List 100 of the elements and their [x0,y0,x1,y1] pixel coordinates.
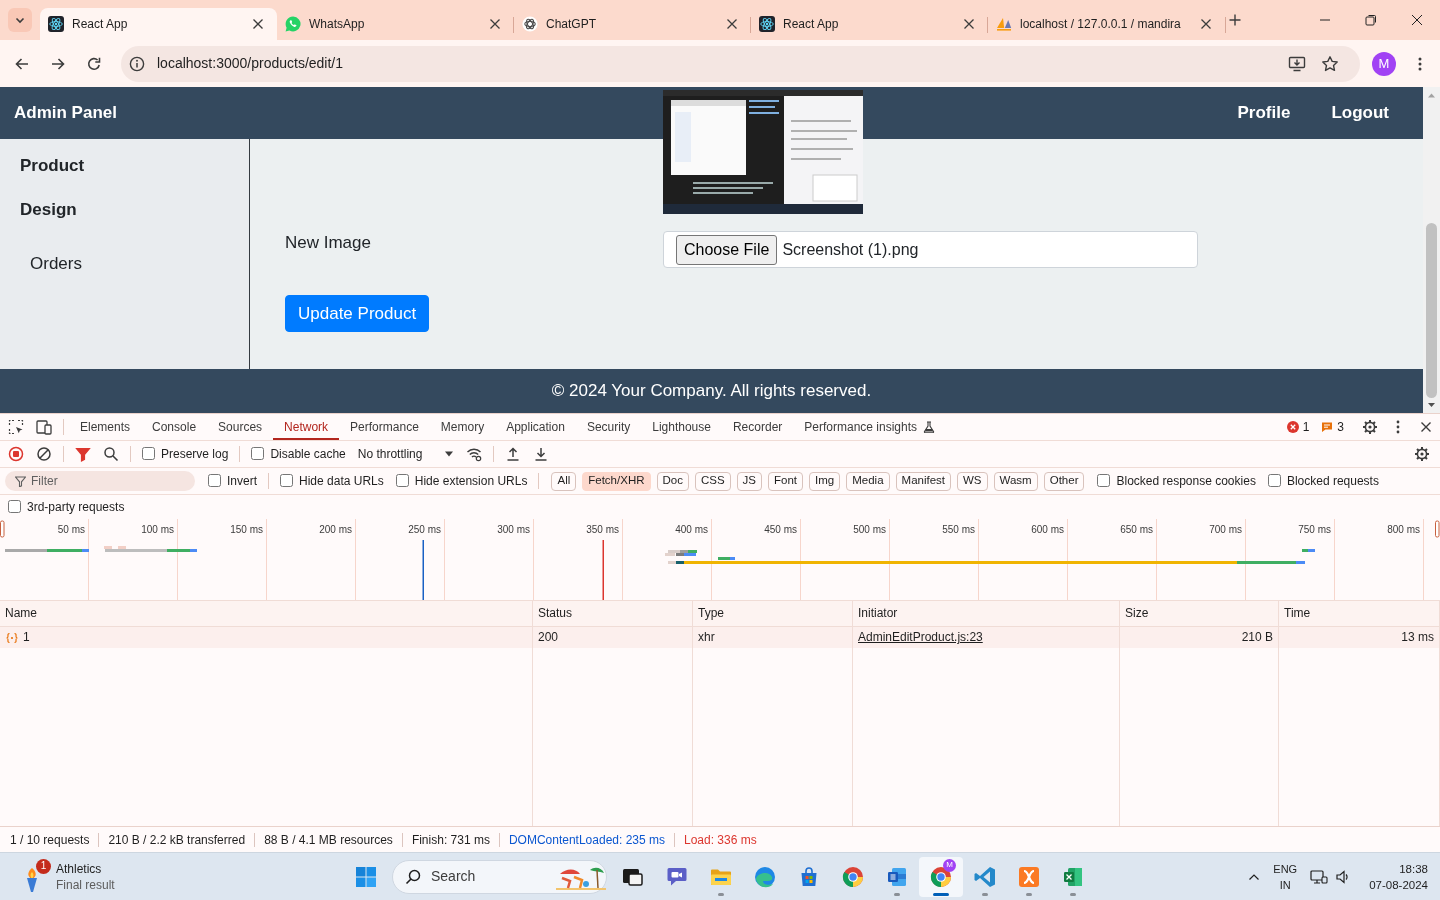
clock-time[interactable]: 18:38 [1399,860,1428,877]
filter-chip[interactable]: Doc [656,471,689,491]
device-icon[interactable] [36,419,52,435]
settings-icon[interactable] [1414,446,1430,462]
checkbox[interactable] [395,474,409,488]
sidebar-item[interactable]: Product [20,154,85,178]
devtools-tab[interactable]: Console [141,414,208,440]
devtools-tab[interactable]: Recorder [721,414,794,440]
filter-chip[interactable]: Manifest [895,471,951,491]
devtools-tab[interactable]: Sources [207,414,274,440]
sidebar-item[interactable]: Design [20,198,77,222]
browser-tab[interactable]: localhost / 127.0.0.1 / mandira [988,8,1225,40]
navbar-brand[interactable]: Admin Panel [14,102,117,124]
throttling-select[interactable]: No throttling [351,446,461,462]
devtools-tab[interactable]: Elements [69,414,142,440]
column-header[interactable]: Time [1284,606,1311,621]
filter-chip[interactable]: Img [809,471,841,491]
devtools-tab[interactable]: Network [273,414,340,440]
checkbox-label[interactable]: Blocked response cookies [1116,473,1256,489]
checkbox-label[interactable]: Hide data URLs [299,473,384,489]
taskbar-search[interactable]: Search [392,859,607,894]
filter-field[interactable]: Filter [5,471,195,491]
checkbox[interactable] [142,447,155,461]
devtools-tab[interactable]: Lighthouse [641,414,722,440]
filter-chip[interactable]: Fetch/XHR [582,471,651,491]
nav-link[interactable]: Logout [1331,102,1389,124]
browser-tab[interactable]: React App [40,8,277,40]
devtools-tab[interactable]: Memory [429,414,496,440]
browser-tab[interactable]: ChatGPT [514,8,751,40]
filter-chip[interactable]: CSS [694,471,731,491]
plus-icon[interactable] [1227,12,1243,28]
range-handle[interactable] [1435,520,1440,538]
language-code[interactable]: ENG [1273,860,1298,877]
filter-chip[interactable]: Media [846,471,890,491]
filter-chip[interactable]: All [551,471,577,491]
star-icon[interactable] [1321,54,1339,73]
devtools-tab[interactable]: Performance [339,414,430,440]
clear-icon[interactable] [36,446,52,462]
checkbox[interactable] [8,500,21,514]
torch-icon[interactable] [24,867,40,892]
upload-icon[interactable] [505,446,522,462]
nav-link[interactable]: Profile [1237,102,1291,124]
monitor-icon[interactable] [1310,868,1329,885]
more-icon[interactable] [1418,55,1422,72]
clock-date[interactable]: 07-08-2024 [1369,876,1428,893]
inspect-icon[interactable] [8,419,24,435]
column-header[interactable]: Type [698,606,724,621]
sidebar-item[interactable]: Orders [30,252,82,276]
download-icon[interactable] [533,446,550,462]
column-header[interactable]: Status [538,606,573,621]
close-icon[interactable] [1411,14,1423,26]
column-header[interactable]: Initiator [858,606,898,621]
file-input[interactable]: Choose File Screenshot (1).png [663,231,1198,268]
widget-title[interactable]: Athletics [56,860,102,877]
filter-chip[interactable]: WS [957,471,988,491]
browser-tab[interactable]: React App [751,8,988,40]
settings-icon[interactable] [1362,419,1378,435]
region-code[interactable]: IN [1279,876,1291,893]
reload-icon[interactable] [86,55,102,72]
error-counter[interactable]: 1 [1286,419,1310,435]
filter-chip[interactable]: Wasm [993,471,1038,491]
checkbox[interactable] [208,474,221,488]
filter-icon[interactable] [75,446,91,462]
address-bar[interactable]: localhost:3000/products/edit/1 [121,45,1360,82]
checkbox[interactable] [1097,474,1111,488]
devtools-tab[interactable]: Application [495,414,576,440]
checkbox-label[interactable]: Disable cache [270,446,346,462]
update-product-button[interactable]: Update Product [285,295,430,332]
network-conditions-icon[interactable] [466,446,483,462]
devtools-tab[interactable]: Performance insights [793,414,947,440]
checkbox-label[interactable]: Invert [227,473,257,489]
checkbox-label[interactable]: Hide extension URLs [414,473,528,489]
request-row[interactable]: 1 200 xhr AdminEditProduct.js:23 210 B 13 ms [0,627,1440,648]
column-header[interactable]: Size [1125,606,1149,621]
checkbox-label[interactable]: Blocked requests [1286,473,1379,489]
checkbox-label[interactable]: 3rd-party requests [27,499,125,515]
issue-counter[interactable]: 3 [1321,419,1344,435]
devtools-tab[interactable]: Security [575,414,642,440]
install-icon[interactable] [1288,54,1306,73]
tab-list-button[interactable] [8,8,32,32]
restore-icon[interactable] [1365,14,1377,26]
checkbox-label[interactable]: Preserve log [161,446,229,462]
profile-avatar[interactable]: M [1372,51,1396,76]
four-squares-icon[interactable] [355,865,377,888]
column-header[interactable]: Name [5,606,37,621]
choose-file-button[interactable]: Choose File [676,234,778,265]
site-info-icon[interactable] [129,55,145,72]
initiator-link[interactable]: AdminEditProduct.js:23 [858,630,983,645]
filter-chip[interactable]: JS [736,471,763,491]
filter-chip[interactable]: Other [1043,471,1085,491]
stop-recording-icon[interactable] [8,446,24,462]
range-handle[interactable] [0,520,5,538]
taskbar-app[interactable]: M [919,856,963,897]
checkbox[interactable] [251,447,265,461]
checkbox[interactable] [1267,474,1281,488]
filter-chip[interactable]: Font [768,471,804,491]
search-icon[interactable] [103,446,119,462]
checkbox[interactable] [280,474,293,488]
browser-tab[interactable]: WhatsApp [277,8,514,40]
scrollbar-thumb[interactable] [1426,223,1437,398]
